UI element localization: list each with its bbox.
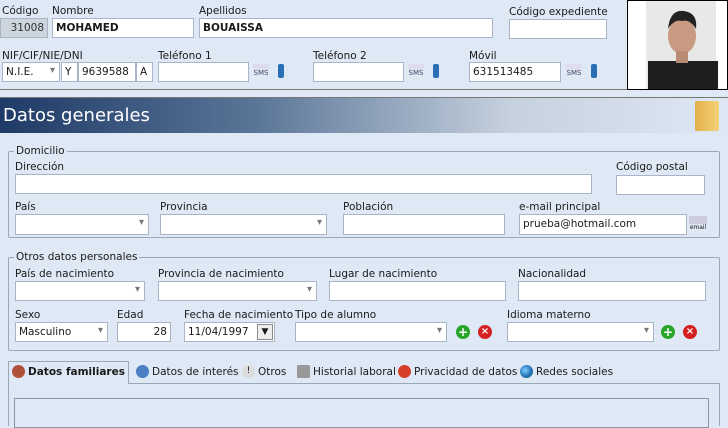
tab-privacidad[interactable]: Privacidad de datos [398,365,517,378]
email-icon[interactable]: email [689,216,707,232]
fecha-nac-label: Fecha de nacimiento [184,309,294,321]
tab-label: Datos de interés [152,365,239,378]
section-header: Datos generales [0,98,728,133]
call-phone-icon[interactable] [433,64,439,78]
domicilio-title: Domicilio [14,145,67,157]
sms-icon[interactable]: SMS [408,64,424,80]
section-title: Datos generales [3,105,150,126]
tab-border [719,383,720,426]
family-icon [12,365,25,378]
tab-label: Historial laboral [313,365,396,378]
exclamation-icon: ! [242,365,255,378]
idioma-select[interactable] [507,322,654,342]
telefono2-input[interactable] [313,62,404,82]
codigo-expediente-input[interactable] [509,19,607,39]
person-icon [136,365,149,378]
nacionalidad-input[interactable] [518,281,706,301]
pais-nac-label: País de nacimiento [15,268,115,280]
apellidos-input[interactable]: BOUAISSA [199,18,493,38]
nombre-label: Nombre [52,5,94,17]
email-input[interactable]: prueba@hotmail.com [519,214,687,235]
sms-icon[interactable]: SMS [253,64,269,80]
codigo-postal-input[interactable] [616,175,705,195]
tab-label: Redes sociales [536,365,614,378]
tab-content-panel [14,398,709,428]
nif-type-select[interactable]: N.I.E. [2,62,60,82]
nif-label: NIF/CIF/NIE/DNI [2,50,83,62]
add-icon[interactable]: + [456,325,470,339]
nacionalidad-label: Nacionalidad [518,268,587,280]
movil-input[interactable]: 631513485 [469,62,561,82]
calendar-dropdown-icon[interactable]: ▼ [257,324,273,340]
sexo-label: Sexo [15,309,41,321]
tab-label: Datos familiares [28,365,125,378]
tipo-alumno-label: Tipo de alumno [295,309,377,321]
apellidos-label: Apellidos [199,5,247,17]
divider [0,89,627,90]
tab-border [129,383,720,384]
pais-select[interactable] [15,214,149,235]
lugar-nac-label: Lugar de nacimiento [329,268,438,280]
tab-label: Otros [258,365,287,378]
edad-label: Edad [117,309,144,321]
telefono1-label: Teléfono 1 [158,50,212,62]
photo-frame[interactable] [627,0,728,90]
codigo-label: Código [2,5,39,17]
codigo-field: 31008 [0,18,48,38]
folder-icon [695,101,719,131]
edad-input[interactable]: 28 [117,322,171,342]
tab-otros[interactable]: ! Otros [242,365,286,378]
sexo-select[interactable]: Masculino [15,322,108,342]
globe-icon [520,365,533,378]
add-icon[interactable]: + [661,325,675,339]
call-phone-icon[interactable] [278,64,284,78]
direccion-label: Dirección [15,161,65,173]
provincia-select[interactable] [160,214,327,235]
tab-historial-laboral[interactable]: Historial laboral [297,365,396,378]
nif-letter-input[interactable]: A [136,62,153,82]
direccion-input[interactable] [15,174,592,194]
tab-border [8,383,9,426]
nif-number-input[interactable]: 9639588 [78,62,136,82]
otros-datos-title: Otros datos personales [14,251,140,263]
poblacion-input[interactable] [343,214,505,235]
shield-icon [398,365,411,378]
remove-icon[interactable]: × [478,325,492,339]
movil-label: Móvil [469,50,497,62]
lugar-nac-input[interactable] [329,281,506,301]
poblacion-label: Población [343,201,394,213]
nombre-input[interactable]: MOHAMED [52,18,194,38]
tab-label: Privacidad de datos [414,365,518,378]
pais-nac-select[interactable] [15,281,145,301]
student-photo [646,1,718,89]
provincia-label: Provincia [160,201,208,213]
sms-icon[interactable]: SMS [566,64,582,80]
idioma-label: Idioma materno [507,309,591,321]
pais-label: País [15,201,36,213]
telefono2-label: Teléfono 2 [313,50,367,62]
building-icon [297,365,310,378]
nif-prefix-input[interactable]: Y [61,62,78,82]
remove-icon[interactable]: × [683,325,697,339]
tab-datos-interes[interactable]: Datos de interés [136,365,239,378]
prov-nac-select[interactable] [158,281,317,301]
prov-nac-label: Provincia de nacimiento [158,268,284,280]
telefono1-input[interactable] [158,62,249,82]
call-phone-icon[interactable] [591,64,597,78]
tab-datos-familiares[interactable]: Datos familiares [12,365,125,378]
tab-redes-sociales[interactable]: Redes sociales [520,365,613,378]
tipo-alumno-select[interactable] [295,322,447,342]
email-label: e-mail principal [519,201,601,213]
codigo-postal-label: Código postal [616,161,688,173]
codigo-expediente-label: Código expediente [509,6,608,18]
